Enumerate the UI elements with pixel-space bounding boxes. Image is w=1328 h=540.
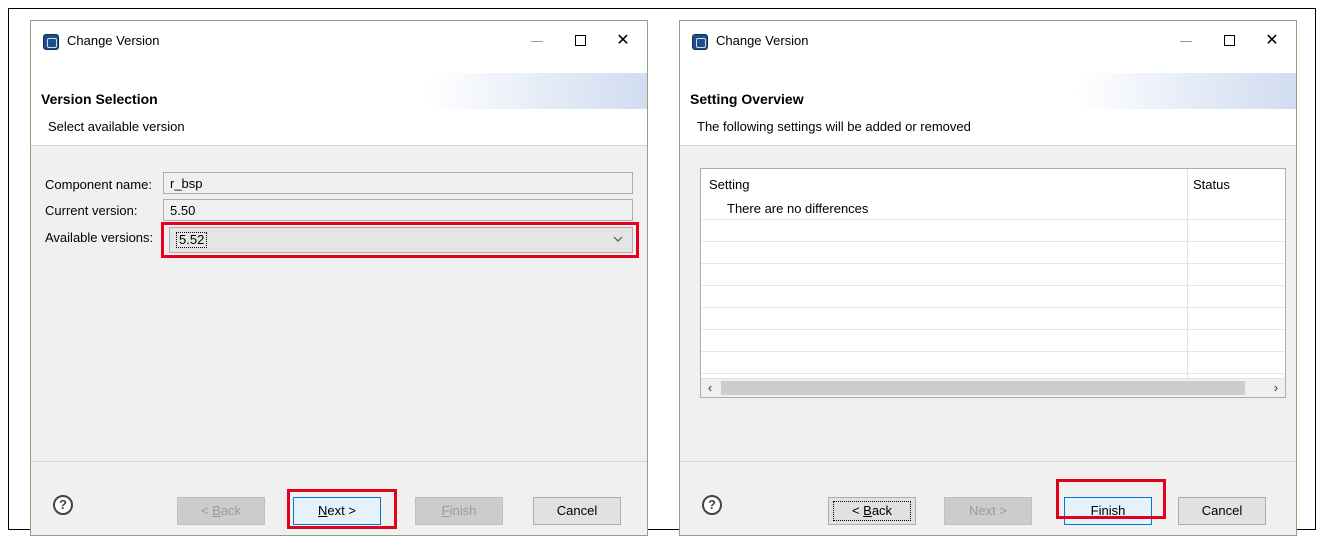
back-rest: ack xyxy=(871,503,893,518)
column-separator xyxy=(1187,169,1188,397)
close-button[interactable]: ✕ xyxy=(1260,29,1284,53)
page-description: The following settings will be added or … xyxy=(697,119,971,134)
column-header-status[interactable]: Status xyxy=(1193,177,1230,192)
page-title: Setting Overview xyxy=(690,91,804,107)
scroll-right-icon[interactable]: › xyxy=(1267,379,1285,397)
next-label: Next > xyxy=(969,503,1007,518)
next-mnemonic: N xyxy=(318,503,328,518)
app-icon xyxy=(43,34,59,50)
wizard-banner: Version Selection Select available versi… xyxy=(31,61,647,146)
wizard-banner: Setting Overview The following settings … xyxy=(680,61,1296,146)
close-icon: ✕ xyxy=(1265,32,1279,49)
available-versions-value: 5.52 xyxy=(176,232,208,248)
component-name-label: Component name: xyxy=(45,177,152,192)
minimize-button[interactable] xyxy=(1174,29,1198,53)
horizontal-scrollbar[interactable]: ‹ › xyxy=(701,378,1285,397)
back-prefix: < xyxy=(851,503,864,518)
back-focus-rect: < Back xyxy=(832,501,912,521)
maximize-button[interactable] xyxy=(569,29,593,53)
finish-button[interactable]: Finish xyxy=(1064,497,1152,525)
footer-separator xyxy=(31,461,647,462)
available-versions-label: Available versions: xyxy=(45,230,154,245)
change-version-dialog-right: Change Version ✕ Setting Overview The fo… xyxy=(679,20,1297,536)
minimize-icon xyxy=(531,41,543,42)
next-button[interactable]: Next > xyxy=(293,497,381,525)
current-version-field[interactable]: 5.50 xyxy=(163,199,633,221)
change-version-dialog-left: Change Version ✕ Version Selection Selec… xyxy=(30,20,648,536)
grid-line xyxy=(701,373,1285,374)
finish-mnemonic: F xyxy=(1090,503,1099,518)
finish-rest: inish xyxy=(449,503,477,518)
current-version-label: Current version: xyxy=(45,203,138,218)
close-icon: ✕ xyxy=(616,32,630,49)
finish-rest: inish xyxy=(1098,503,1126,518)
back-mnemonic: B xyxy=(863,503,872,518)
window-title: Change Version xyxy=(716,33,809,48)
chevron-down-icon xyxy=(612,230,626,248)
current-version-value: 5.50 xyxy=(170,203,196,218)
next-button[interactable]: Next > xyxy=(944,497,1032,525)
back-button[interactable]: < Back xyxy=(828,497,916,525)
grid-line xyxy=(701,307,1285,308)
grid-line xyxy=(701,285,1285,286)
app-icon xyxy=(692,34,708,50)
footer-separator xyxy=(680,461,1296,462)
window-title: Change Version xyxy=(67,33,160,48)
cancel-button[interactable]: Cancel xyxy=(1178,497,1266,525)
cancel-label: Cancel xyxy=(1201,503,1243,518)
maximize-button[interactable] xyxy=(1218,29,1242,53)
title-bar: Change Version ✕ xyxy=(680,21,1296,61)
component-name-value: r_bsp xyxy=(170,176,203,191)
help-icon[interactable]: ? xyxy=(702,495,722,515)
help-icon[interactable]: ? xyxy=(53,495,73,515)
cancel-button[interactable]: Cancel xyxy=(533,497,621,525)
back-mnemonic: B xyxy=(212,503,221,518)
finish-mnemonic: F xyxy=(441,503,450,518)
finish-button[interactable]: Finish xyxy=(415,497,503,525)
back-button[interactable]: < Back xyxy=(177,497,265,525)
title-bar: Change Version ✕ xyxy=(31,21,647,61)
back-prefix: < xyxy=(200,503,213,518)
grid-line xyxy=(701,219,1285,220)
banner-decoration xyxy=(427,73,647,109)
grid-line xyxy=(701,351,1285,352)
page-description: Select available version xyxy=(48,119,185,134)
next-rest: ext > xyxy=(327,503,356,518)
grid-line xyxy=(701,241,1285,242)
grid-line xyxy=(701,263,1285,264)
banner-decoration xyxy=(1076,73,1296,109)
available-versions-dropdown[interactable]: 5.52 xyxy=(169,227,633,253)
table-row[interactable]: There are no differences xyxy=(727,201,868,216)
minimize-button[interactable] xyxy=(525,29,549,53)
minimize-icon xyxy=(1180,41,1192,42)
close-button[interactable]: ✕ xyxy=(611,29,635,53)
cancel-label: Cancel xyxy=(556,503,598,518)
back-rest: ack xyxy=(220,503,242,518)
scrollbar-thumb[interactable] xyxy=(721,381,1245,395)
page-title: Version Selection xyxy=(41,91,158,107)
help-glyph: ? xyxy=(708,497,716,512)
scroll-left-icon[interactable]: ‹ xyxy=(701,379,719,397)
settings-table[interactable]: Setting Status There are no differences … xyxy=(700,168,1286,398)
maximize-icon xyxy=(575,35,586,46)
column-header-setting[interactable]: Setting xyxy=(709,177,749,192)
help-glyph: ? xyxy=(59,497,67,512)
maximize-icon xyxy=(1224,35,1235,46)
component-name-field[interactable]: r_bsp xyxy=(163,172,633,194)
grid-line xyxy=(701,329,1285,330)
